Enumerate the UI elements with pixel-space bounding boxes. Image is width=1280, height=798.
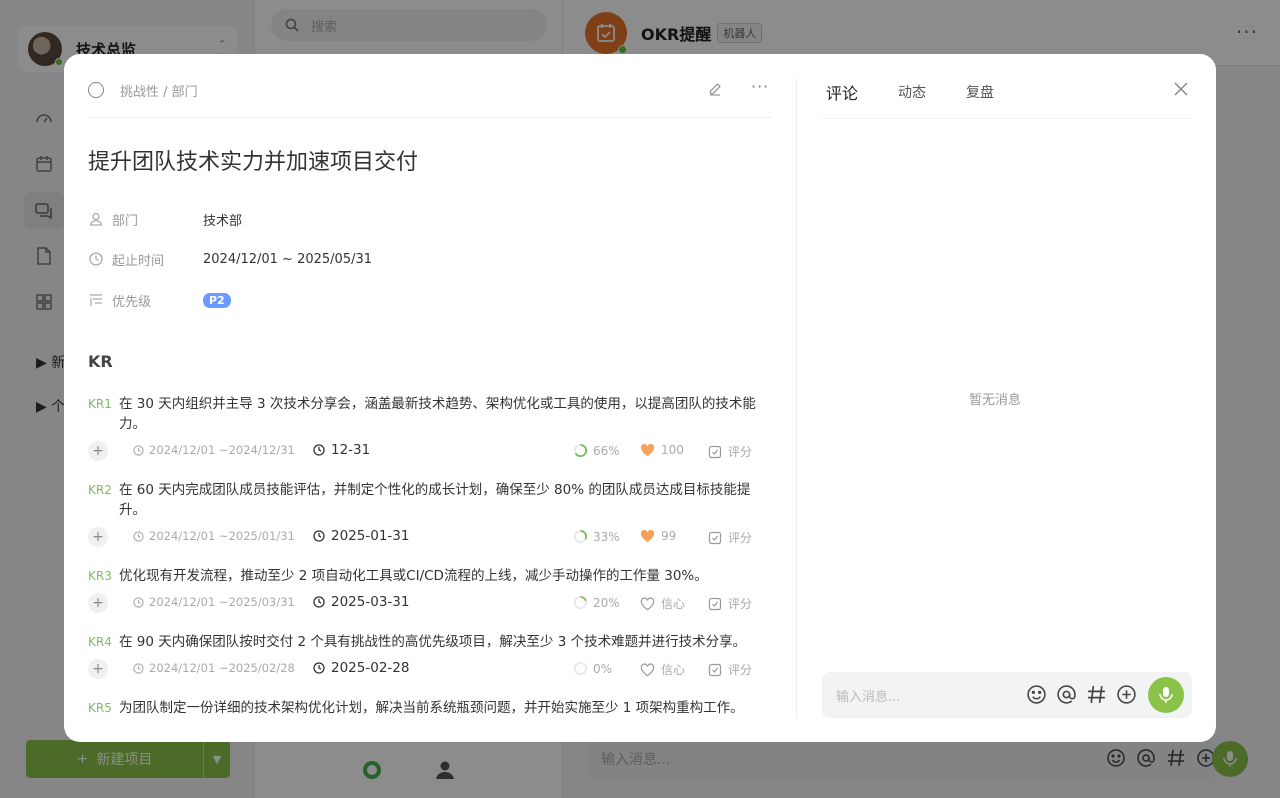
clock-icon [133, 596, 144, 608]
heart-filled-icon [640, 529, 655, 543]
okr-detail-pane: 挑战性 / 部门 ··· 提升团队技术实力并加速项目交付 部门 技术部 起止时间… [88, 54, 796, 742]
kr-confidence[interactable]: 信心 [640, 595, 685, 612]
kr-code: KR4 [88, 635, 112, 649]
progress-ring [573, 443, 588, 458]
kr-confidence[interactable]: 100 [640, 443, 684, 457]
progress-ring [573, 595, 588, 610]
okr-detail-modal: 挑战性 / 部门 ··· 提升团队技术实力并加速项目交付 部门 技术部 起止时间… [64, 54, 1216, 742]
hashtag-icon[interactable] [1086, 684, 1107, 705]
kr-due-date[interactable]: 2025-02-28 [313, 660, 409, 676]
kr-code: KR5 [88, 701, 112, 715]
okr-header: 挑战性 / 部门 ··· [88, 78, 772, 118]
clock-icon [313, 596, 325, 608]
heart-outline-icon [640, 662, 655, 676]
kr-text[interactable]: 在 60 天内完成团队成员技能评估，并制定个性化的成长计划，确保至少 80% 的… [119, 480, 772, 520]
kr-code: KR3 [88, 569, 112, 583]
kr-item-3: KR3 优化现有开发流程，推动至少 2 项自动化工具或CI/CD流程的上线，减少… [88, 566, 772, 614]
comment-pane: 评论 动态 复盘 暂无消息 输入消息... [822, 54, 1192, 742]
score-icon [708, 663, 722, 676]
kr-text[interactable]: 优化现有开发流程，推动至少 2 项自动化工具或CI/CD流程的上线，减少手动操作… [119, 566, 772, 586]
pane-divider [796, 78, 797, 718]
kr-confidence[interactable]: 99 [640, 529, 676, 543]
clock-icon [88, 252, 104, 266]
more-options-icon[interactable]: ··· [751, 79, 769, 95]
comment-tabs: 评论 动态 复盘 [826, 80, 1034, 104]
kr-progress[interactable]: 20% [573, 595, 620, 610]
kr-score[interactable]: 评分 [708, 661, 752, 678]
kr-due-date[interactable]: 2025-01-31 [313, 528, 409, 544]
add-subtask-button[interactable]: + [88, 659, 108, 679]
priority-icon [88, 293, 104, 307]
kr-range: 2024/12/01 ~2025/02/28 [133, 661, 295, 675]
kr-score[interactable]: 评分 [708, 595, 752, 612]
breadcrumb: 挑战性 / 部门 [120, 85, 198, 100]
clock-icon [133, 530, 144, 542]
kr-item-5: KR5 为团队制定一份详细的技术架构优化计划，解决当前系统瓶颈问题，并开始实施至… [88, 698, 772, 718]
clock-icon [313, 444, 325, 456]
score-icon [708, 597, 722, 610]
department-value: 技术部 [203, 213, 243, 229]
kr-item-1: KR1 在 30 天内组织并主导 3 次技术分享会，涵盖最新技术趋势、架构优化或… [88, 394, 772, 462]
kr-text[interactable]: 在 90 天内确保团队按时交付 2 个具有挑战性的高优先级项目，解决至少 3 个… [119, 632, 772, 652]
department-row: 部门 技术部 [88, 209, 242, 229]
kr-due-date[interactable]: 12-31 [313, 442, 370, 458]
clock-icon [313, 662, 325, 674]
tab-review[interactable]: 复盘 [966, 82, 994, 102]
score-icon [708, 531, 722, 544]
kr-progress[interactable]: 0% [573, 661, 612, 676]
clock-icon [313, 530, 325, 542]
kr-due-date[interactable]: 2025-03-31 [313, 594, 409, 610]
progress-ring [573, 661, 588, 676]
close-icon[interactable] [1174, 82, 1188, 96]
kr-range: 2024/12/01 ~2025/03/31 [133, 595, 295, 609]
period-value: 2024/12/01 ~ 2025/05/31 [203, 251, 373, 267]
kr-range: 2024/12/01 ~2024/12/31 [133, 443, 295, 457]
comment-input[interactable]: 输入消息... [822, 672, 1192, 718]
kr-item-4: KR4 在 90 天内确保团队按时交付 2 个具有挑战性的高优先级项目，解决至少… [88, 632, 772, 680]
okr-title: 提升团队技术实力并加速项目交付 [88, 150, 419, 175]
kr-score[interactable]: 评分 [708, 529, 752, 546]
clock-icon [133, 444, 144, 456]
kr-code: KR2 [88, 483, 112, 497]
priority-badge[interactable]: P2 [203, 292, 231, 308]
mention-icon[interactable] [1056, 684, 1077, 705]
priority-row: 优先级 P2 [88, 290, 231, 310]
period-row: 起止时间 2024/12/01 ~ 2025/05/31 [88, 249, 372, 269]
add-subtask-button[interactable]: + [88, 593, 108, 613]
edit-icon[interactable] [708, 82, 722, 96]
add-subtask-button[interactable]: + [88, 527, 108, 547]
user-icon [88, 212, 104, 226]
kr-code: KR1 [88, 397, 112, 411]
kr-score[interactable]: 评分 [708, 443, 752, 460]
kr-heading: KR [88, 352, 113, 371]
kr-item-2: KR2 在 60 天内完成团队成员技能评估，并制定个性化的成长计划，确保至少 8… [88, 480, 772, 548]
add-subtask-button[interactable]: + [88, 441, 108, 461]
kr-range: 2024/12/01 ~2025/01/31 [133, 529, 295, 543]
microphone-icon [1159, 687, 1173, 703]
complete-checkbox[interactable] [88, 82, 104, 98]
kr-progress[interactable]: 33% [573, 529, 620, 544]
tabs-divider [822, 118, 1192, 119]
kr-progress[interactable]: 66% [573, 443, 620, 458]
clock-icon [133, 662, 144, 674]
score-icon [708, 445, 722, 458]
heart-filled-icon [640, 443, 655, 457]
emoji-icon[interactable] [1026, 684, 1047, 705]
progress-ring [573, 529, 588, 544]
tab-comments[interactable]: 评论 [826, 80, 858, 104]
kr-text[interactable]: 在 30 天内组织并主导 3 次技术分享会，涵盖最新技术趋势、架构优化或工具的使… [119, 394, 772, 434]
kr-text[interactable]: 为团队制定一份详细的技术架构优化计划，解决当前系统瓶颈问题，并开始实施至少 1 … [119, 698, 772, 718]
empty-message: 暂无消息 [968, 393, 1021, 408]
plus-circle-icon[interactable] [1116, 684, 1137, 705]
kr-confidence[interactable]: 信心 [640, 661, 685, 678]
tab-activity[interactable]: 动态 [898, 82, 926, 102]
mic-button[interactable] [1148, 677, 1184, 713]
heart-outline-icon [640, 596, 655, 610]
comment-tools [1026, 684, 1137, 705]
